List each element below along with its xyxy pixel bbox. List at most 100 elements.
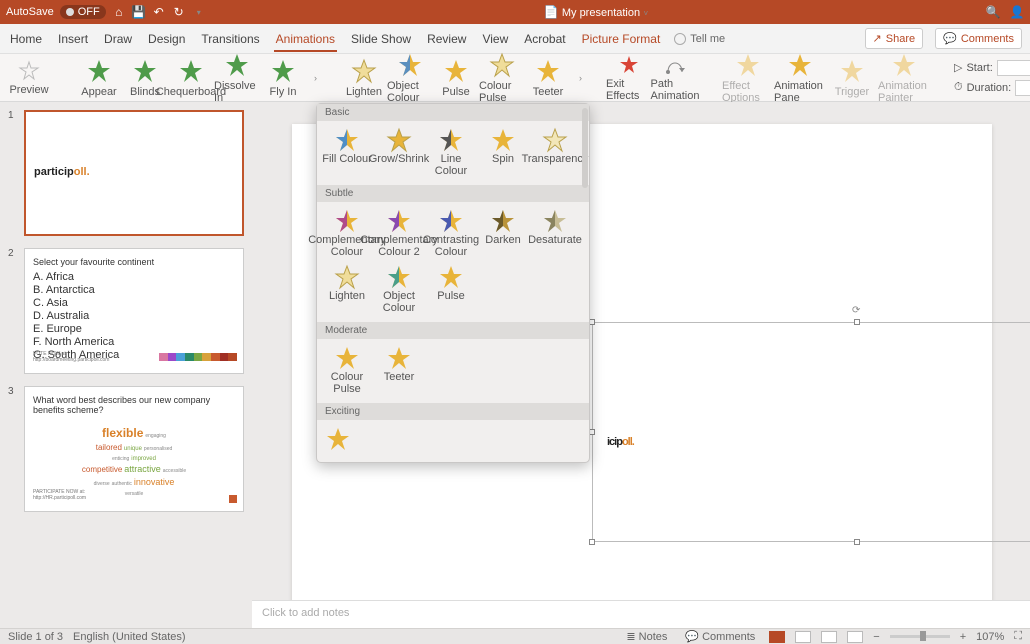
slide-2-note: VOTE NOW at: http://boardmeeting.partici… xyxy=(33,351,109,363)
dropdown-scrollbar[interactable] xyxy=(582,108,588,188)
tab-slide-show[interactable]: Slide Show xyxy=(349,26,413,52)
effect-options-button: Effect Options xyxy=(722,52,774,104)
path-animation-button[interactable]: Path Animation xyxy=(652,54,698,102)
effect-colour-pulse[interactable]: Colour Pulse xyxy=(321,343,373,399)
effect-object-colour[interactable]: Object Colour xyxy=(373,262,425,318)
list-item: B. Antarctica xyxy=(33,284,235,296)
animation-pane-button[interactable]: Animation Pane xyxy=(774,52,826,104)
ribbon-tabs: Home Insert Draw Design Transitions Animation… xyxy=(0,24,1030,54)
notes-pane[interactable]: Click to add notes xyxy=(252,600,1030,628)
slide-panel: 1 participoll. 2 Select your favourite c… xyxy=(0,102,252,628)
tab-insert[interactable]: Insert xyxy=(56,26,90,52)
list-item: A. Africa xyxy=(33,271,235,283)
exit-effects-button[interactable]: Exit Effects xyxy=(606,54,652,102)
start-label: Start: xyxy=(966,62,992,74)
notes-toggle[interactable]: ≣ Notes xyxy=(622,630,671,643)
effect-desaturate[interactable]: Desaturate xyxy=(529,206,581,262)
qat-more-icon[interactable]: ▾ xyxy=(192,5,206,19)
tell-me[interactable]: Tell me xyxy=(674,33,725,45)
tab-design[interactable]: Design xyxy=(146,26,187,52)
zoom-in-icon[interactable]: + xyxy=(960,631,966,643)
tab-transitions[interactable]: Transitions xyxy=(199,26,261,52)
tab-view[interactable]: View xyxy=(480,26,510,52)
start-input[interactable] xyxy=(997,60,1030,76)
group-header-basic: Basic xyxy=(317,104,589,121)
list-item: E. Europe xyxy=(33,323,235,335)
list-item: F. North America xyxy=(33,336,235,348)
slide-3-note: PARTICIPATE NOW at: http://HR.participol… xyxy=(33,489,86,501)
redo-icon[interactable]: ↻ xyxy=(172,5,186,19)
effect-pulse[interactable]: Pulse xyxy=(425,262,477,318)
fit-window-icon[interactable]: ⛶ xyxy=(1014,630,1022,643)
status-bar: Slide 1 of 3 English (United States) ≣ N… xyxy=(0,628,1030,644)
list-item: C. Asia xyxy=(33,297,235,309)
slide-2-title: Select your favourite continent xyxy=(33,257,235,267)
tab-home[interactable]: Home xyxy=(8,26,44,52)
ribbon: Preview AppearBlindsChequerboardDissolve… xyxy=(0,54,1030,102)
comments-button[interactable]: 💬 Comments xyxy=(935,28,1022,49)
anim-chequerboard[interactable]: Chequerboard xyxy=(168,58,214,98)
view-normal-icon[interactable] xyxy=(769,631,785,643)
slide-thumb-1[interactable]: participoll. xyxy=(24,110,244,236)
group-header-subtle: Subtle xyxy=(317,185,589,202)
group-header-moderate: Moderate xyxy=(317,322,589,339)
anim-teeter[interactable]: Teeter xyxy=(525,58,571,98)
anim-fly-in[interactable]: Fly In xyxy=(260,58,306,98)
undo-icon[interactable]: ↶ xyxy=(152,5,166,19)
trigger-button: Trigger xyxy=(826,58,878,98)
zoom-slider[interactable] xyxy=(890,635,950,638)
selection-box[interactable]: ⟳ icipoll. xyxy=(592,322,1030,542)
effect-fill-colour[interactable]: Fill Colour xyxy=(321,125,373,181)
effect-grow/shrink[interactable]: Grow/Shrink xyxy=(373,125,425,181)
word-cloud: flexible engaging tailored unique person… xyxy=(33,425,235,499)
emphasis-more-icon[interactable]: › xyxy=(579,73,582,83)
zoom-out-icon[interactable]: − xyxy=(873,631,879,643)
animation-painter-button: Animation Painter xyxy=(878,52,930,104)
anim-colour-pulse[interactable]: Colour Pulse xyxy=(479,52,525,104)
share-button[interactable]: ↗ Share xyxy=(865,28,924,49)
autosave-label: AutoSave xyxy=(6,6,54,18)
autosave-toggle[interactable]: OFF xyxy=(60,5,106,19)
document-title: 📄 My presentation ˅ xyxy=(212,5,980,19)
view-reading-icon[interactable] xyxy=(821,631,837,643)
slide-indicator: Slide 1 of 3 xyxy=(8,631,63,643)
emphasis-effects-dropdown[interactable]: Basic Fill ColourGrow/ShrinkLine Colour S… xyxy=(316,103,590,463)
view-sorter-icon[interactable] xyxy=(795,631,811,643)
comments-toggle[interactable]: 💬 Comments xyxy=(681,630,759,643)
language-indicator[interactable]: English (United States) xyxy=(73,631,186,643)
entrance-more-icon[interactable]: › xyxy=(314,73,317,83)
anim-appear[interactable]: Appear xyxy=(76,58,122,98)
list-item: D. Australia xyxy=(33,310,235,322)
search-icon[interactable]: 🔍 xyxy=(986,5,1000,19)
slide-thumb-2[interactable]: Select your favourite continent A. Afric… xyxy=(24,248,244,374)
anim-pulse[interactable]: Pulse xyxy=(433,58,479,98)
effect-transparency[interactable]: Transparency xyxy=(529,125,581,181)
effect-line-colour[interactable]: Line Colour xyxy=(425,125,477,181)
effect-lighten[interactable]: Lighten xyxy=(321,262,373,318)
effect-contrasting-colour[interactable]: Contrasting Colour xyxy=(425,206,477,262)
effect-darken[interactable]: Darken xyxy=(477,206,529,262)
account-icon[interactable]: 👤 xyxy=(1010,5,1024,19)
slide-thumb-3[interactable]: What word best describes our new company… xyxy=(24,386,244,512)
tab-picture-format[interactable]: Picture Format xyxy=(580,26,663,52)
tab-animations[interactable]: Animations xyxy=(274,26,337,52)
tab-review[interactable]: Review xyxy=(425,26,468,52)
rotate-handle-icon[interactable]: ⟳ xyxy=(852,305,862,315)
zoom-value[interactable]: 107% xyxy=(976,631,1004,643)
anim-object-colour[interactable]: Object Colour xyxy=(387,52,433,104)
view-slideshow-icon[interactable] xyxy=(847,631,863,643)
group-header-exciting: Exciting xyxy=(317,403,589,420)
preview-button[interactable]: Preview xyxy=(6,60,52,96)
home-icon[interactable]: ⌂ xyxy=(112,5,126,19)
anim-lighten[interactable]: Lighten xyxy=(341,58,387,98)
tab-draw[interactable]: Draw xyxy=(102,26,134,52)
anim-dissolve-in[interactable]: Dissolve In xyxy=(214,52,260,104)
autosave-state: OFF xyxy=(78,6,100,18)
save-icon[interactable]: 💾 xyxy=(132,5,146,19)
tab-acrobat[interactable]: Acrobat xyxy=(522,26,567,52)
duration-input[interactable] xyxy=(1015,80,1030,96)
effect-complementary-colour-2[interactable]: Complementary Colour 2 xyxy=(373,206,425,262)
slide-3-title: What word best describes our new company… xyxy=(33,395,235,415)
duration-label: Duration: xyxy=(967,82,1012,94)
effect-teeter[interactable]: Teeter xyxy=(373,343,425,399)
